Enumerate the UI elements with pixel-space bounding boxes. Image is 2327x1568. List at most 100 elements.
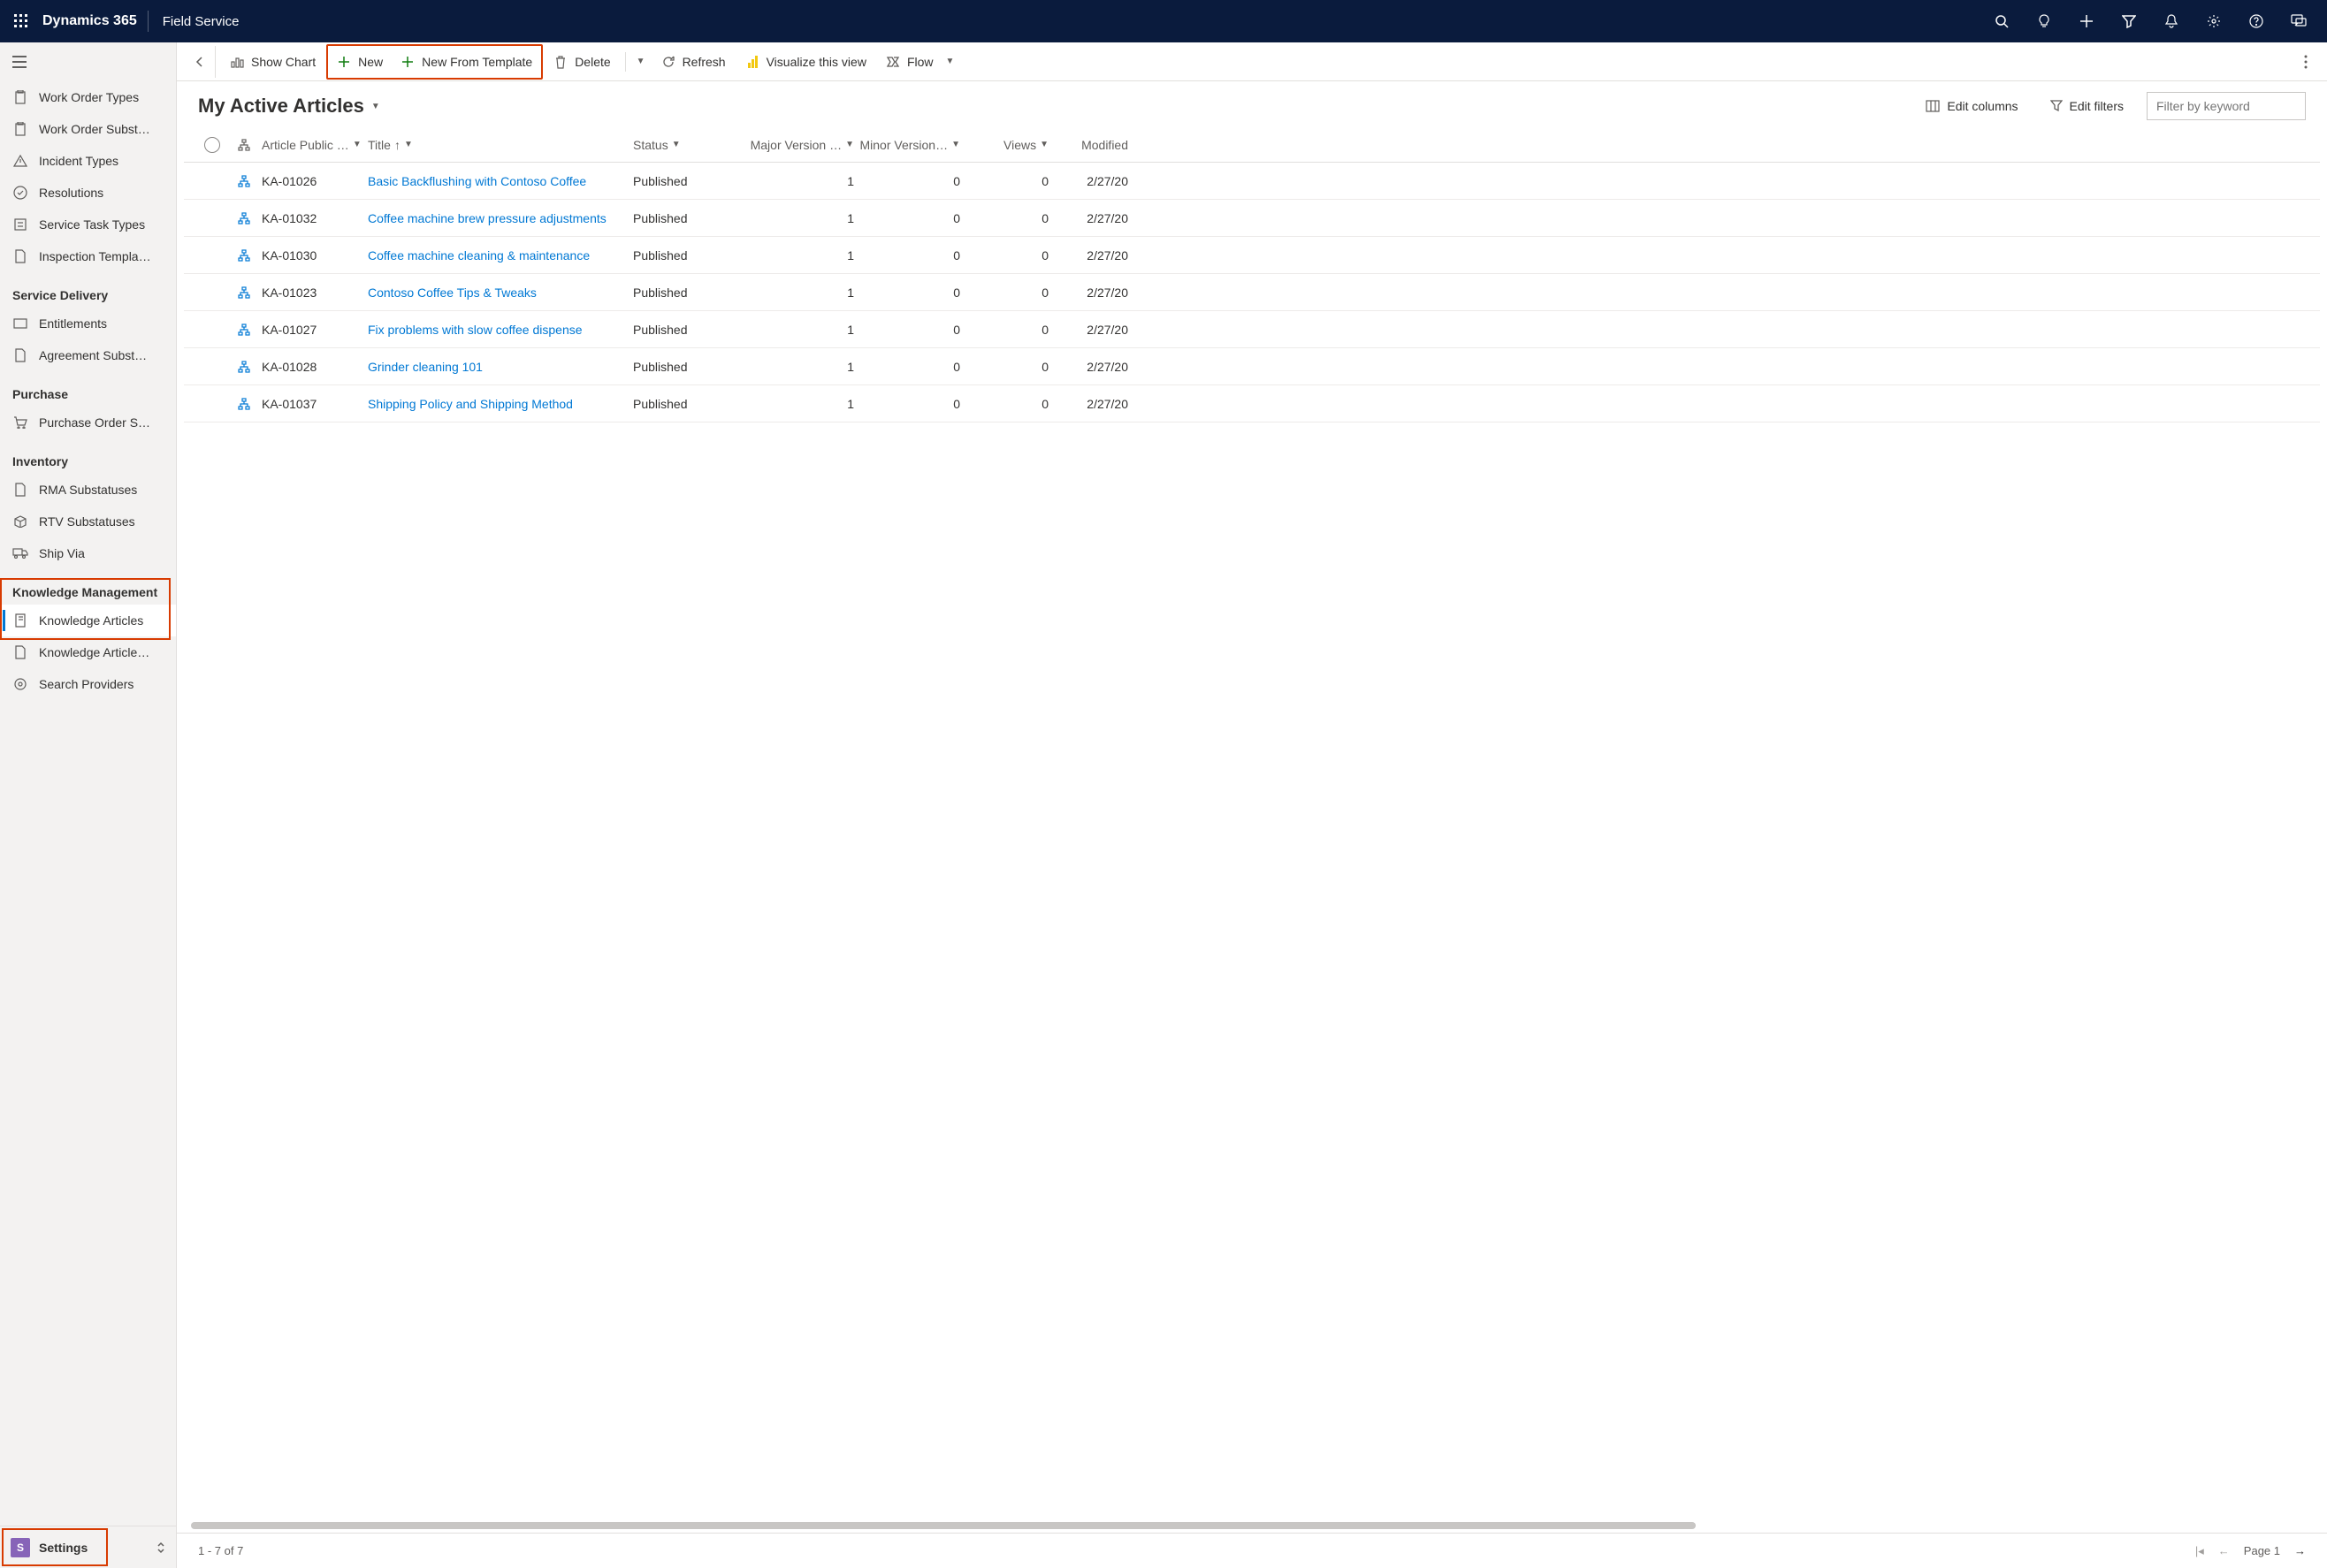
first-page-button[interactable]: |◂ [2195,1544,2204,1558]
sidebar-item-search-providers[interactable]: Search Providers [0,668,176,700]
hierarchy-icon[interactable] [226,286,262,299]
column-views[interactable]: Views▼ [960,138,1049,152]
cell-title-link[interactable]: Shipping Policy and Shipping Method [368,397,573,411]
sidebar-item-label: Knowledge Articles [39,613,143,628]
column-minor-version[interactable]: Minor Version…▼ [854,138,960,152]
sidebar-item-inspection-templates[interactable]: Inspection Templa… [0,240,176,272]
cell-title-link[interactable]: Basic Backflushing with Contoso Coffee [368,174,586,188]
sidebar-item-incident-types[interactable]: Incident Types [0,145,176,177]
cell-article-number: KA-01028 [262,360,368,374]
cell-minor-version: 0 [854,174,960,188]
sidebar-item-service-task-types[interactable]: Service Task Types [0,209,176,240]
hierarchy-icon[interactable] [226,249,262,262]
table-row[interactable]: KA-01027Fix problems with slow coffee di… [184,311,2320,348]
search-icon[interactable] [1980,0,2023,42]
column-label: Modified [1081,138,1128,152]
new-from-template-button[interactable]: New From Template [392,46,541,78]
delete-dropdown[interactable]: ▼ [631,46,651,78]
visualize-button[interactable]: Visualize this view [736,46,875,78]
trash-icon [553,55,568,69]
tool-label: Edit columns [1947,99,2018,113]
column-title[interactable]: Title↑▼ [368,138,633,152]
column-modified[interactable]: Modified [1049,138,1128,152]
table-row[interactable]: KA-01023Contoso Coffee Tips & TweaksPubl… [184,274,2320,311]
sidebar-item-work-order-substatuses[interactable]: Work Order Subst… [0,113,176,145]
next-page-button[interactable]: → [2294,1544,2306,1557]
edit-columns-button[interactable]: Edit columns [1917,92,2026,120]
cell-title-link[interactable]: Fix problems with slow coffee dispense [368,323,583,337]
view-selector[interactable]: My Active Articles▼ [198,95,380,118]
app-launcher-icon[interactable] [7,7,35,35]
show-chart-button[interactable]: Show Chart [221,46,324,78]
new-button[interactable]: New [328,46,392,78]
hierarchy-icon[interactable] [226,175,262,187]
document-icon [12,347,28,363]
cell-modified: 2/27/20 [1049,248,1128,263]
prev-page-button[interactable]: ← [2218,1544,2230,1557]
delete-button[interactable]: Delete [545,46,619,78]
gear-icon[interactable] [2193,0,2235,42]
brand-label[interactable]: Dynamics 365 [35,13,148,29]
sidebar-item-rma-substatuses[interactable]: RMA Substatuses [0,474,176,506]
grid-footer: 1 - 7 of 7 |◂ ← Page 1 → [177,1533,2327,1568]
chat-icon[interactable] [2277,0,2320,42]
edit-filters-button[interactable]: Edit filters [2041,92,2132,120]
filter-icon[interactable] [2108,0,2150,42]
back-button[interactable] [184,46,216,78]
add-icon[interactable] [2065,0,2108,42]
table-row[interactable]: KA-01028Grinder cleaning 101Published100… [184,348,2320,385]
sidebar-item-knowledge-article-templates[interactable]: Knowledge Article… [0,636,176,668]
cell-minor-version: 0 [854,285,960,300]
lightbulb-icon[interactable] [2023,0,2065,42]
table-row[interactable]: KA-01026Basic Backflushing with Contoso … [184,163,2320,200]
cell-status: Published [633,397,748,411]
cell-title-link[interactable]: Coffee machine brew pressure adjustments [368,211,607,225]
hierarchy-icon[interactable] [226,323,262,336]
flow-button[interactable]: Flow▼ [877,46,963,78]
table-row[interactable]: KA-01037Shipping Policy and Shipping Met… [184,385,2320,422]
cell-status: Published [633,323,748,337]
hamburger-icon[interactable] [0,42,176,81]
plus-icon [337,55,351,69]
column-status[interactable]: Status▼ [633,138,748,152]
cell-minor-version: 0 [854,397,960,411]
more-commands-button[interactable] [2292,48,2320,76]
table-row[interactable]: KA-01030Coffee machine cleaning & mainte… [184,237,2320,274]
hierarchy-column[interactable] [226,139,262,151]
command-bar: Show Chart New New From Template Delete … [177,42,2327,81]
hierarchy-icon[interactable] [226,398,262,410]
select-all-checkbox[interactable] [198,137,226,153]
sidebar-item-entitlements[interactable]: Entitlements [0,308,176,339]
cmd-label: Flow [907,55,934,69]
horizontal-scrollbar[interactable] [191,1522,1696,1529]
sidebar-item-purchase-order-substatuses[interactable]: Purchase Order S… [0,407,176,438]
hierarchy-icon[interactable] [226,212,262,225]
data-grid: Article Public …▼ Title↑▼ Status▼ Major … [177,127,2327,1522]
clipboard-icon [12,121,28,137]
filter-keyword-input[interactable] [2147,92,2306,120]
hierarchy-icon[interactable] [226,361,262,373]
cell-views: 0 [960,248,1049,263]
column-major-version[interactable]: Major Version …▼ [748,138,854,152]
refresh-button[interactable]: Refresh [652,46,735,78]
column-label: Title [368,138,391,152]
grid-header: Article Public …▼ Title↑▼ Status▼ Major … [184,127,2320,163]
area-switcher[interactable]: S Settings [0,1526,176,1568]
sidebar-item-agreement-substatuses[interactable]: Agreement Subst… [0,339,176,371]
bell-icon[interactable] [2150,0,2193,42]
table-row[interactable]: KA-01032Coffee machine brew pressure adj… [184,200,2320,237]
sidebar-item-label: Entitlements [39,316,107,331]
sidebar-item-work-order-types[interactable]: Work Order Types [0,81,176,113]
cell-major-version: 1 [748,285,854,300]
cell-title-link[interactable]: Grinder cleaning 101 [368,360,483,374]
column-article-number[interactable]: Article Public …▼ [262,138,368,152]
chevron-down-icon: ▼ [404,140,413,149]
help-icon[interactable] [2235,0,2277,42]
sidebar-item-rtv-substatuses[interactable]: RTV Substatuses [0,506,176,537]
sidebar-item-resolutions[interactable]: Resolutions [0,177,176,209]
sidebar-item-ship-via[interactable]: Ship Via [0,537,176,569]
cell-title-link[interactable]: Coffee machine cleaning & maintenance [368,248,590,263]
sidebar-item-knowledge-articles[interactable]: Knowledge Articles [0,605,176,636]
flow-icon [886,55,900,69]
cell-title-link[interactable]: Contoso Coffee Tips & Tweaks [368,285,537,300]
